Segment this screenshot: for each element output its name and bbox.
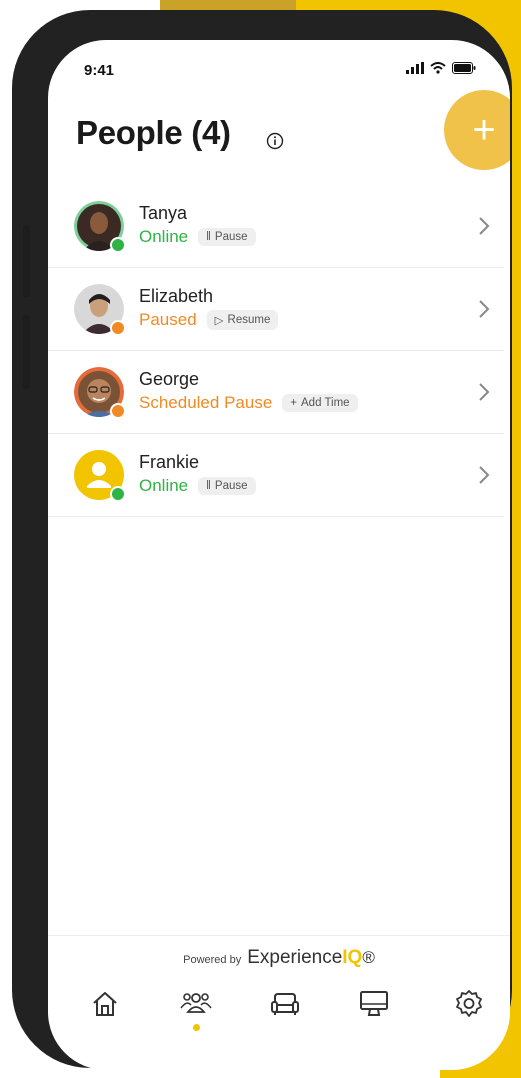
avatar <box>74 367 128 421</box>
add-person-button[interactable]: + <box>444 90 510 170</box>
pause-icon: ‖ <box>206 231 211 243</box>
signal-icon <box>406 62 424 74</box>
status-icons <box>406 62 476 74</box>
pause-label: Pause <box>214 480 248 492</box>
chevron-right-icon <box>479 217 490 235</box>
tab-network[interactable] <box>350 988 398 1038</box>
resume-button[interactable]: ▷ Resume <box>206 310 279 330</box>
online-status-dot <box>110 237 126 253</box>
add-time-icon: + <box>290 397 297 409</box>
status-time: 9:41 <box>84 62 115 79</box>
resume-icon: ▷ <box>214 315 224 327</box>
person-name: Frankie <box>139 452 200 472</box>
monitor-icon <box>360 991 388 1016</box>
person-status: Paused <box>139 310 197 329</box>
brand-accent: IQ <box>342 947 363 968</box>
resume-label: Resume <box>227 314 271 326</box>
brand-reg: ® <box>362 948 375 967</box>
online-status-dot <box>110 486 126 502</box>
phone-frame: 9:41 People (4) + Tanya Online ‖ Pause E… <box>12 10 512 1070</box>
avatar <box>74 450 128 504</box>
add-time-label: Add Time <box>301 397 350 409</box>
person-row[interactable]: Tanya Online ‖ Pause <box>48 185 504 268</box>
avatar <box>74 284 128 338</box>
status-bar: 9:41 <box>48 40 510 100</box>
side-button <box>23 225 30 297</box>
home-icon <box>93 992 117 1016</box>
people-icon <box>180 993 212 1013</box>
brand-name: Experience <box>247 947 343 968</box>
pause-button[interactable]: ‖ Pause <box>198 228 256 246</box>
person-row[interactable]: George Scheduled Pause + Add Time <box>48 351 504 434</box>
avatar <box>74 201 128 255</box>
paused-status-dot <box>110 403 126 419</box>
page-title: People (4) <box>76 114 231 151</box>
info-icon[interactable] <box>266 132 284 150</box>
app-screen: 9:41 People (4) + Tanya Online ‖ Pause E… <box>48 40 510 1070</box>
gear-icon <box>456 990 482 1017</box>
side-button <box>23 315 30 389</box>
pause-icon: ‖ <box>206 480 211 492</box>
pause-button[interactable]: ‖ Pause <box>198 477 256 495</box>
person-status: Online <box>139 476 189 495</box>
plus-icon: + <box>472 108 496 152</box>
powered-by: Powered by ExperienceIQ® <box>48 947 510 969</box>
person-name: Tanya <box>139 203 188 223</box>
person-name: George <box>139 369 200 389</box>
couch-icon <box>271 993 299 1015</box>
tab-settings[interactable] <box>445 988 493 1038</box>
chevron-right-icon <box>479 300 490 318</box>
person-status: Scheduled Pause <box>139 393 273 412</box>
chevron-right-icon <box>479 466 490 484</box>
paused-status-dot <box>110 320 126 336</box>
person-name: Elizabeth <box>139 286 214 306</box>
tab-people[interactable] <box>172 988 220 1038</box>
tab-home[interactable] <box>81 988 129 1038</box>
person-row[interactable]: Frankie Online ‖ Pause <box>48 434 504 517</box>
tab-bar <box>48 988 510 1048</box>
powered-by-label: Powered by <box>183 954 242 966</box>
tab-devices[interactable] <box>261 988 309 1038</box>
person-row[interactable]: Elizabeth Paused ▷ Resume <box>48 268 504 351</box>
person-status: Online <box>139 227 189 246</box>
active-tab-indicator <box>192 1024 200 1031</box>
chevron-right-icon <box>479 383 490 401</box>
people-list: Tanya Online ‖ Pause Elizabeth Paused ▷ … <box>48 185 504 517</box>
add-time-button[interactable]: + Add Time <box>282 394 358 412</box>
wifi-icon <box>430 62 446 74</box>
battery-icon <box>452 62 476 74</box>
footer-divider <box>48 935 510 936</box>
pause-label: Pause <box>214 231 248 243</box>
